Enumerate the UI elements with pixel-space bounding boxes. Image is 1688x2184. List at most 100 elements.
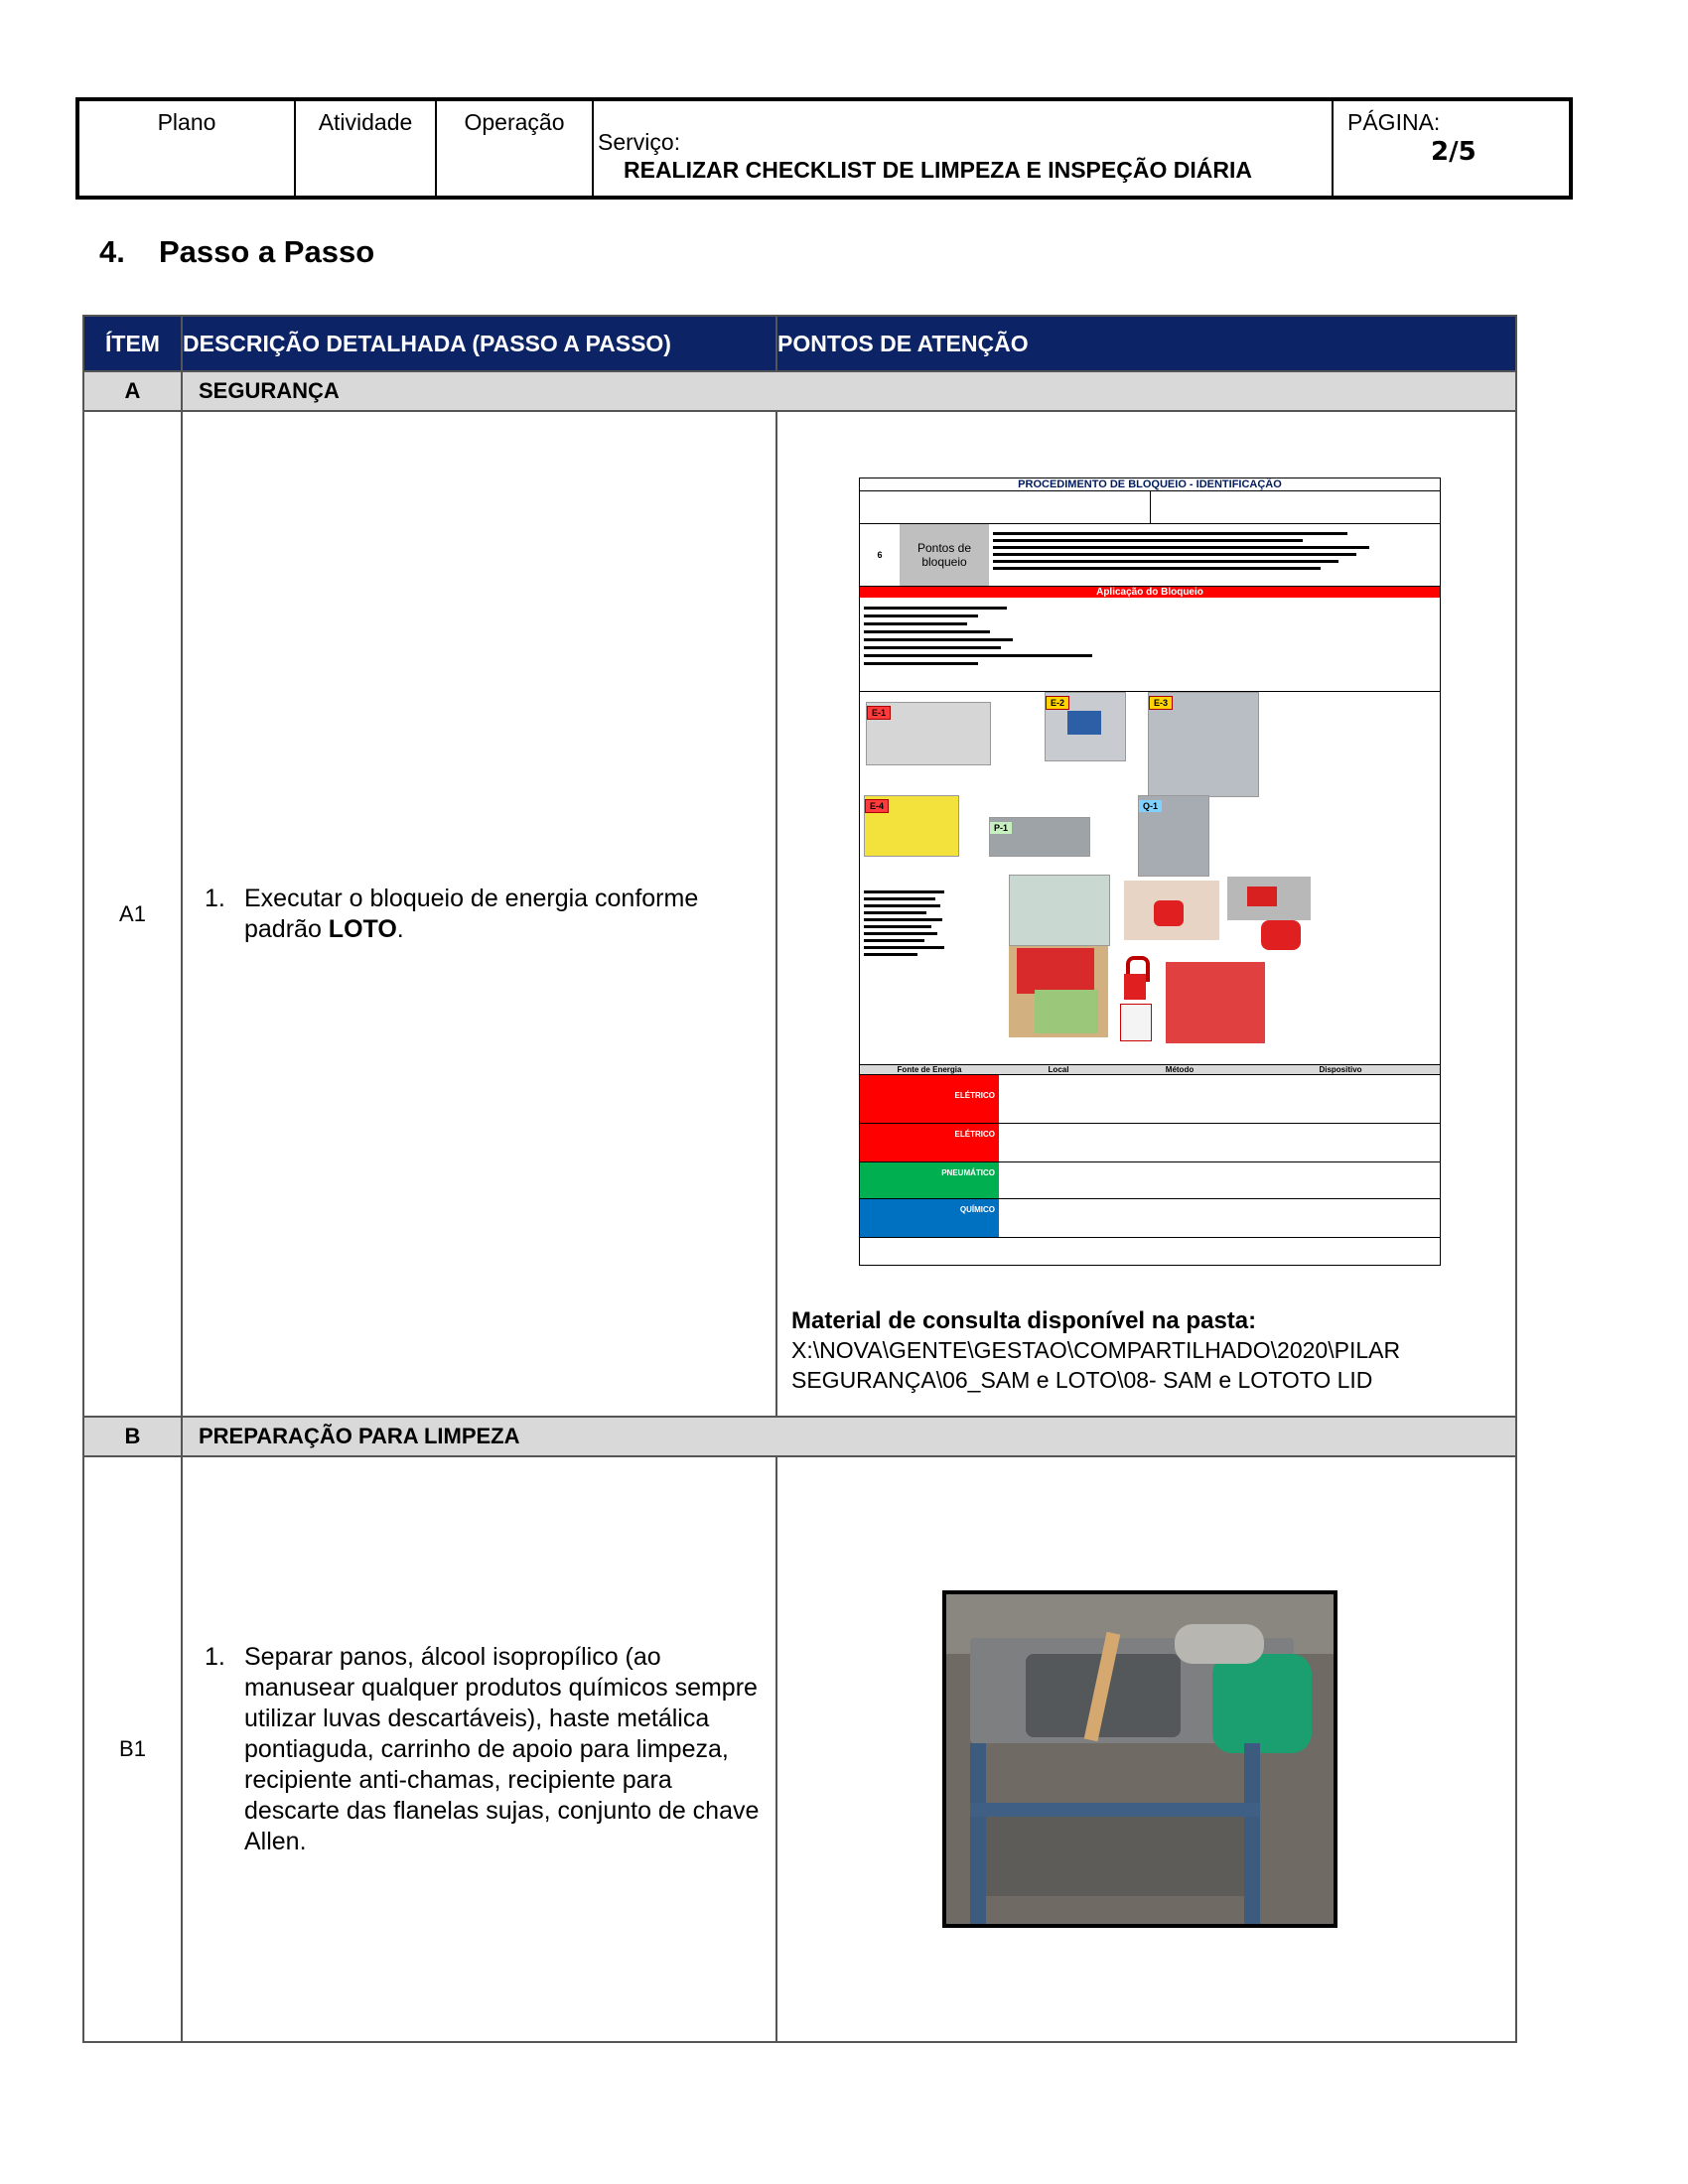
photo-tags <box>1009 946 1108 1037</box>
photo-p1: P-1 <box>989 817 1090 857</box>
document-header: Plano Atividade Operação Serviço: REALIZ… <box>75 97 1573 200</box>
loto-points-list <box>989 524 1440 586</box>
tag-e3: E-3 <box>1149 696 1174 710</box>
loto-source-q1: QUÍMICO <box>860 1199 999 1237</box>
cart-leg-right <box>1244 1743 1260 1924</box>
group-row-b: B PREPARAÇÃO PARA LIMPEZA <box>82 1416 1517 1457</box>
page-cell: PÁGINA: 2/5 <box>1334 101 1569 196</box>
service-cell: Serviço: REALIZAR CHECKLIST DE LIMPEZA E… <box>594 101 1334 196</box>
loto-source-e2: ELÉTRICO <box>860 1124 999 1161</box>
loto-procedure-image: PROCEDIMENTO DE BLOQUEIO - IDENTIFICAÇÃO… <box>859 478 1441 1266</box>
cleaning-cart-photo <box>942 1590 1337 1928</box>
table-header-row: ÍTEM DESCRIÇÃO DETALHADA (PASSO A PASSO)… <box>82 315 1517 372</box>
photo-padlock <box>1120 952 1154 1043</box>
loto-th-device: Dispositivo <box>1319 1065 1362 1074</box>
row-code: A1 <box>82 410 183 1418</box>
step-item: 1. Executar o bloqueio de energia confor… <box>193 884 762 945</box>
row-attention: PROCEDIMENTO DE BLOQUEIO - IDENTIFICAÇÃO… <box>775 410 1517 1418</box>
cart-cloths <box>1175 1624 1264 1664</box>
tag-e2: E-2 <box>1046 696 1070 710</box>
header-item: ÍTEM <box>82 315 183 372</box>
loto-source-e1: ELÉTRICO <box>860 1075 999 1123</box>
plano-cell: Plano <box>79 101 296 196</box>
photo-hasp <box>1124 881 1219 940</box>
loto-points-count: 6 <box>877 550 883 560</box>
step-item: 1. Separar panos, álcool isopropílico (a… <box>193 1642 766 1857</box>
loto-banner: Aplicação do Bloqueio <box>860 587 1440 598</box>
loto-points-row: 6 Pontos de bloqueio <box>860 524 1440 587</box>
loto-th-source: Fonte de Energia <box>897 1065 962 1074</box>
loto-th-local: Local <box>1048 1065 1069 1074</box>
loto-table-head: Fonte de Energia Local Método Dispositiv… <box>860 1064 1440 1075</box>
plano-label: Plano <box>157 109 216 135</box>
step-text-bold: LOTO <box>328 914 397 943</box>
loto-row-e2: ELÉTRICO <box>860 1124 1440 1162</box>
steps-table: ÍTEM DESCRIÇÃO DETALHADA (PASSO A PASSO)… <box>82 315 1517 2043</box>
loto-photos: E-1 E-2 E-3 E-4 P-1 Q-1 <box>860 692 1440 1069</box>
section-heading: 4. Passo a Passo <box>99 234 374 270</box>
reference-path-line1: X:\NOVA\GENTE\GESTAO\COMPARTILHADO\2020\… <box>791 1337 1401 1363</box>
loto-steps-list <box>860 598 1440 692</box>
photo-lock-device <box>1261 920 1301 950</box>
group-code: B <box>82 1416 183 1457</box>
service-title: REALIZAR CHECKLIST DE LIMPEZA E INSPEÇÃO… <box>624 157 1252 183</box>
step-text: Separar panos, álcool isopropílico (ao m… <box>244 1642 760 1855</box>
section-title: Passo a Passo <box>159 234 375 269</box>
photo-valve-lock <box>1227 877 1311 920</box>
step-number: 1. <box>205 1642 225 1671</box>
loto-source-table: Fonte de Energia Local Método Dispositiv… <box>860 1064 1440 1238</box>
loto-row-q1: QUÍMICO <box>860 1199 1440 1238</box>
cart-leg-left <box>970 1743 986 1924</box>
header-description: DESCRIÇÃO DETALHADA (PASSO A PASSO) <box>181 315 777 372</box>
row-description: 1. Separar panos, álcool isopropílico (a… <box>181 1455 777 2043</box>
tag-e1: E-1 <box>867 706 892 720</box>
loto-id-right <box>1151 491 1441 523</box>
photo-e1: E-1 <box>866 702 991 765</box>
step-text-end: . <box>396 914 404 943</box>
photo-card <box>1009 875 1110 946</box>
photo-q1: Q-1 <box>1138 795 1209 877</box>
photo-e2: E-2 <box>1045 692 1126 761</box>
photo-e3: E-3 <box>1148 692 1259 797</box>
loto-id-left <box>860 491 1151 523</box>
table-row-a1: A1 1. Executar o bloqueio de energia con… <box>82 410 1517 1418</box>
row-code: B1 <box>82 1455 183 2043</box>
loto-sheet-title: PROCEDIMENTO DE BLOQUEIO - IDENTIFICAÇÃO <box>860 478 1440 491</box>
row-description: 1. Executar o bloqueio de energia confor… <box>181 410 777 1418</box>
group-row-a: A SEGURANÇA <box>82 370 1517 412</box>
section-number: 4. <box>99 234 125 269</box>
cart-shelf <box>970 1803 1260 1817</box>
loto-row-p1: PNEUMÁTICO <box>860 1162 1440 1199</box>
reference-block: Material de consulta disponível na pasta… <box>791 1307 1506 1395</box>
tag-e4: E-4 <box>865 799 890 813</box>
page-number: 2/5 <box>1431 137 1477 167</box>
step-number: 1. <box>205 884 225 912</box>
operacao-cell: Operação <box>437 101 594 196</box>
table-row-b1: B1 1. Separar panos, álcool isopropílico… <box>82 1455 1517 2043</box>
group-title: SEGURANÇA <box>181 370 1517 412</box>
operacao-label: Operação <box>464 109 565 135</box>
atividade-label: Atividade <box>318 109 413 135</box>
step-text: Executar o bloqueio de energia conforme … <box>244 884 699 943</box>
header-attention: PONTOS DE ATENÇÃO <box>775 315 1517 372</box>
tag-p1: P-1 <box>990 822 1013 834</box>
cart-gloves <box>1212 1654 1312 1753</box>
row-attention <box>775 1455 1517 2043</box>
tag-q1: Q-1 <box>1139 800 1163 812</box>
loto-id-rows <box>860 491 1440 524</box>
loto-points-label: Pontos de bloqueio <box>900 524 989 586</box>
group-title: PREPARAÇÃO PARA LIMPEZA <box>181 1416 1517 1457</box>
photo-lock-box <box>1166 962 1265 1043</box>
reference-path-line2: SEGURANÇA\06_SAM e LOTO\08- SAM e LOTOTO… <box>791 1367 1373 1393</box>
service-label: Serviço: <box>598 129 681 155</box>
group-code: A <box>82 370 183 412</box>
photo-e4: E-4 <box>864 795 959 857</box>
cart-lower <box>986 1817 1244 1896</box>
reference-label: Material de consulta disponível na pasta… <box>791 1307 1257 1334</box>
page-label: PÁGINA: <box>1347 109 1441 135</box>
loto-th-method: Método <box>1165 1065 1195 1074</box>
atividade-cell: Atividade <box>296 101 437 196</box>
loto-source-p1: PNEUMÁTICO <box>860 1162 999 1198</box>
loto-notes <box>864 887 953 1014</box>
loto-row-e1: ELÉTRICO <box>860 1075 1440 1124</box>
